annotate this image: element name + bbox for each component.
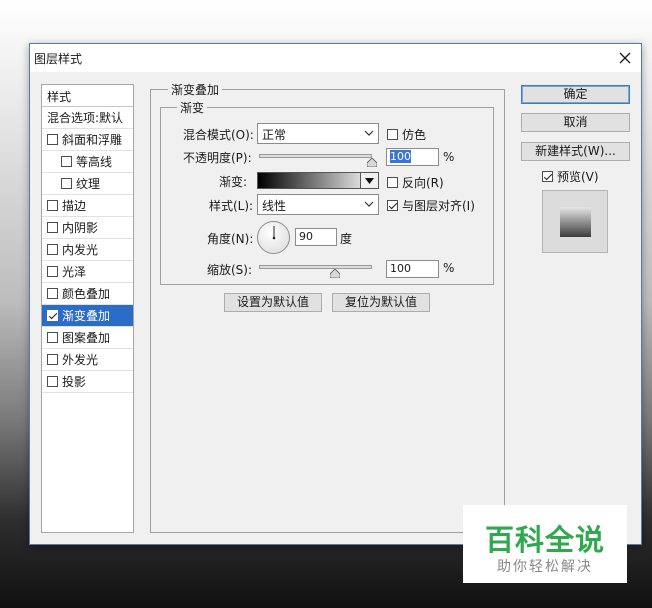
preview-swatch: [560, 207, 591, 237]
style-item-label: 描边: [62, 199, 87, 213]
opacity-value: 100: [390, 150, 411, 163]
chevron-down-icon: [364, 201, 374, 207]
style-item-label: 光泽: [62, 265, 87, 279]
style-item-checkbox[interactable]: [61, 178, 72, 189]
blend-options-item[interactable]: 混合选项:默认: [42, 107, 133, 129]
style-item-label: 内阴影: [62, 221, 99, 235]
preview-checkbox[interactable]: 预览(V): [542, 168, 599, 185]
preview-label: 预览(V): [557, 170, 599, 184]
title-bar: 图层样式: [30, 44, 641, 72]
align-with-layer-checkbox[interactable]: 与图层对齐(I): [387, 197, 475, 214]
close-icon: [619, 52, 631, 64]
scale-slider[interactable]: [259, 265, 372, 269]
style-item-checkbox[interactable]: [47, 288, 58, 299]
style-item-checkbox[interactable]: [47, 244, 58, 255]
reverse-check-box: [387, 177, 398, 188]
dither-checkbox[interactable]: 仿色: [387, 126, 426, 143]
angle-dial-needle: [272, 226, 276, 240]
align-check-box: [387, 200, 398, 211]
set-as-default-button[interactable]: 设置为默认值: [224, 293, 322, 312]
styles-list: 样式 混合选项:默认 斜面和浮雕等高线纹理描边内阴影内发光光泽颜色叠加渐变叠加图…: [41, 84, 134, 533]
angle-input[interactable]: 90: [295, 228, 337, 246]
reset-to-default-button[interactable]: 复位为默认值: [332, 293, 430, 312]
angle-value: 90: [299, 230, 313, 243]
angle-dial[interactable]: [257, 221, 290, 254]
chevron-down-icon: [364, 130, 374, 136]
dither-label: 仿色: [402, 128, 427, 142]
style-item-label: 纹理: [76, 177, 101, 191]
style-item-checkbox[interactable]: [47, 134, 58, 145]
style-item-label: 等高线: [76, 155, 113, 169]
watermark: 百科全说 助你轻松解决: [463, 505, 627, 583]
ok-button[interactable]: 确定: [521, 85, 630, 104]
dither-check-box: [387, 129, 398, 140]
style-item[interactable]: 图案叠加: [42, 327, 133, 349]
preview-check-box: [542, 171, 553, 182]
layer-style-dialog: 图层样式 样式 混合选项:默认 斜面和浮雕等高线纹理描边内阴影内发光光泽颜色叠加…: [29, 43, 642, 545]
triangle-down-icon: [365, 177, 374, 184]
scale-slider-thumb[interactable]: [329, 269, 340, 278]
style-item[interactable]: 投影: [42, 371, 133, 393]
align-label: 与图层对齐(I): [402, 199, 475, 213]
blend-mode-value: 正常: [262, 128, 287, 142]
blend-mode-label: 混合模式(O):: [183, 128, 254, 142]
style-item-checkbox[interactable]: [47, 200, 58, 211]
style-item-label: 外发光: [62, 353, 99, 367]
style-item[interactable]: 内发光: [42, 239, 133, 261]
opacity-unit: %: [443, 150, 455, 164]
style-item-checkbox[interactable]: [47, 376, 58, 387]
preview-thumbnail: [542, 190, 608, 253]
close-button[interactable]: [613, 46, 637, 70]
scale-label: 缩放(S):: [207, 263, 253, 277]
angle-unit: 度: [340, 232, 353, 246]
style-item[interactable]: 光泽: [42, 261, 133, 283]
style-select[interactable]: 线性: [257, 194, 379, 215]
gradient-label: 渐变:: [219, 175, 248, 189]
style-label: 样式(L):: [209, 199, 254, 213]
watermark-subtitle: 助你轻松解决: [497, 559, 593, 575]
style-item[interactable]: 斜面和浮雕: [42, 129, 133, 151]
style-item[interactable]: 内阴影: [42, 217, 133, 239]
opacity-slider[interactable]: [259, 154, 372, 158]
watermark-title: 百科全说: [484, 523, 605, 557]
style-item[interactable]: 等高线: [42, 151, 133, 173]
style-item[interactable]: 纹理: [42, 173, 133, 195]
style-item-checkbox[interactable]: [47, 310, 58, 321]
cancel-button[interactable]: 取消: [521, 113, 630, 132]
gradient-dropdown-button[interactable]: [360, 172, 379, 189]
new-style-button[interactable]: 新建样式(W)...: [521, 142, 630, 161]
style-item-label: 图案叠加: [62, 331, 111, 345]
style-item[interactable]: 外发光: [42, 349, 133, 371]
style-item-checkbox[interactable]: [47, 222, 58, 233]
scale-input[interactable]: 100: [386, 260, 439, 278]
style-item-label: 投影: [62, 375, 87, 389]
style-item-checkbox[interactable]: [47, 332, 58, 343]
style-item-label: 斜面和浮雕: [62, 133, 123, 147]
style-item-label: 内发光: [62, 243, 99, 257]
scale-unit: %: [443, 261, 455, 275]
gradient-subgroup-title: 渐变: [177, 99, 208, 116]
style-item-checkbox[interactable]: [61, 156, 72, 167]
style-item[interactable]: 渐变叠加: [42, 305, 133, 327]
style-item[interactable]: 颜色叠加: [42, 283, 133, 305]
blend-options-label: 混合选项:默认: [47, 111, 124, 125]
window-title: 图层样式: [34, 52, 83, 66]
opacity-label: 不透明度(P):: [183, 151, 252, 165]
opacity-input[interactable]: 100: [386, 148, 439, 166]
angle-label: 角度(N):: [207, 232, 254, 246]
reverse-label: 反向(R): [402, 176, 444, 190]
style-item-label: 渐变叠加: [62, 309, 111, 323]
blend-mode-select[interactable]: 正常: [257, 123, 379, 144]
style-item-checkbox[interactable]: [47, 354, 58, 365]
style-value: 线性: [262, 199, 287, 213]
reverse-checkbox[interactable]: 反向(R): [387, 174, 444, 191]
styles-list-header[interactable]: 样式: [42, 85, 133, 107]
opacity-slider-thumb[interactable]: [367, 158, 377, 167]
scale-value: 100: [390, 262, 411, 275]
style-item-label: 颜色叠加: [62, 287, 111, 301]
gradient-overlay-title: 渐变叠加: [168, 81, 223, 98]
style-item-checkbox[interactable]: [47, 266, 58, 277]
style-item[interactable]: 描边: [42, 195, 133, 217]
